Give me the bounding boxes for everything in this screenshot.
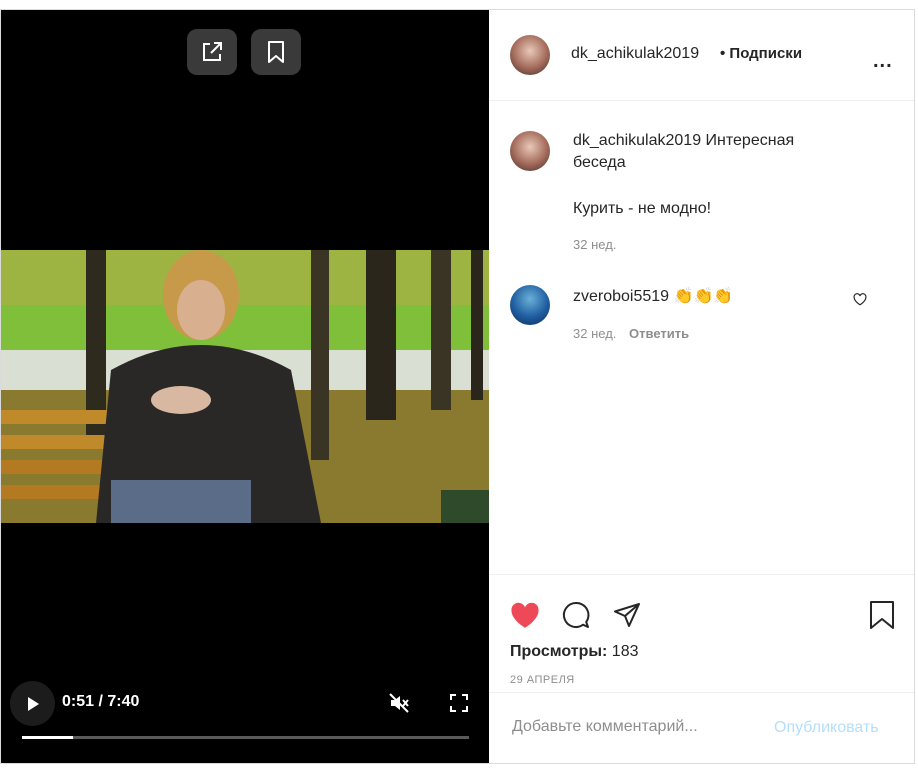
open-external-button[interactable] [187,29,237,75]
post-date: 29 АПРЕЛЯ [510,674,575,686]
comment-bubble-icon [562,601,590,628]
fullscreen-button[interactable] [448,692,470,714]
park-scene-image [1,250,489,523]
caption-text: dk_achikulak2019 Интересная беседа [573,130,823,174]
video-frame [1,250,489,523]
views-label: Просмотры: [510,643,608,660]
video-progress-fill [22,736,73,739]
post-header: dk_achikulak2019 • Подписки ... [489,10,914,101]
like-button[interactable] [509,599,541,631]
publish-button[interactable]: Опубликовать [774,719,879,737]
avatar[interactable] [510,35,550,75]
comment-like-button[interactable] [849,288,871,310]
views-line: Просмотры: 183 [510,643,639,661]
video-controls: 0:51 / 7:40 [1,673,489,763]
heart-outline-icon [853,292,867,305]
paper-plane-icon [614,603,640,627]
fullscreen-icon [450,694,468,712]
caption-username[interactable]: dk_achikulak2019 [573,132,701,149]
bookmark-icon [870,601,894,629]
share-external-icon [203,42,222,61]
play-button[interactable] [10,681,55,726]
caption-avatar[interactable] [510,131,550,171]
comment-avatar[interactable] [510,285,550,325]
comment-input[interactable] [510,717,764,737]
comment-age: 32 нед. [573,326,617,341]
comment-button[interactable] [560,599,592,631]
post-actions: Просмотры: 183 29 АПРЕЛЯ [489,574,914,693]
comment-emoji: 👏👏👏 [673,288,734,305]
play-icon [27,696,39,711]
post-author-username[interactable]: dk_achikulak2019 [571,45,699,63]
comment-username[interactable]: zveroboi5519 [573,288,669,305]
reply-button[interactable]: Ответить [629,326,689,341]
video-player[interactable]: 0:51 / 7:40 [1,10,489,763]
views-count: 183 [611,643,639,660]
muted-speaker-icon [389,693,409,713]
video-progress-bar[interactable] [22,736,469,739]
share-button[interactable] [611,599,643,631]
mute-button[interactable] [388,692,410,714]
comment-meta: 32 нед. Ответить [573,326,689,341]
comment-text: zveroboi5519 👏👏👏 [573,286,733,308]
save-video-button[interactable] [251,29,301,75]
caption-body: Курить - не модно! [573,200,712,217]
follow-status[interactable]: • Подписки [720,45,802,62]
caption-age: 32 нед. [573,237,617,252]
bookmark-icon [268,41,284,63]
video-time: 0:51 / 7:40 [62,693,140,710]
save-post-button[interactable] [866,599,898,631]
post-side-panel: dk_achikulak2019 • Подписки ... dk_achik… [489,10,914,763]
more-options-button[interactable]: ... [873,50,893,73]
heart-icon [511,602,539,628]
add-comment-bar: Опубликовать [489,692,914,764]
